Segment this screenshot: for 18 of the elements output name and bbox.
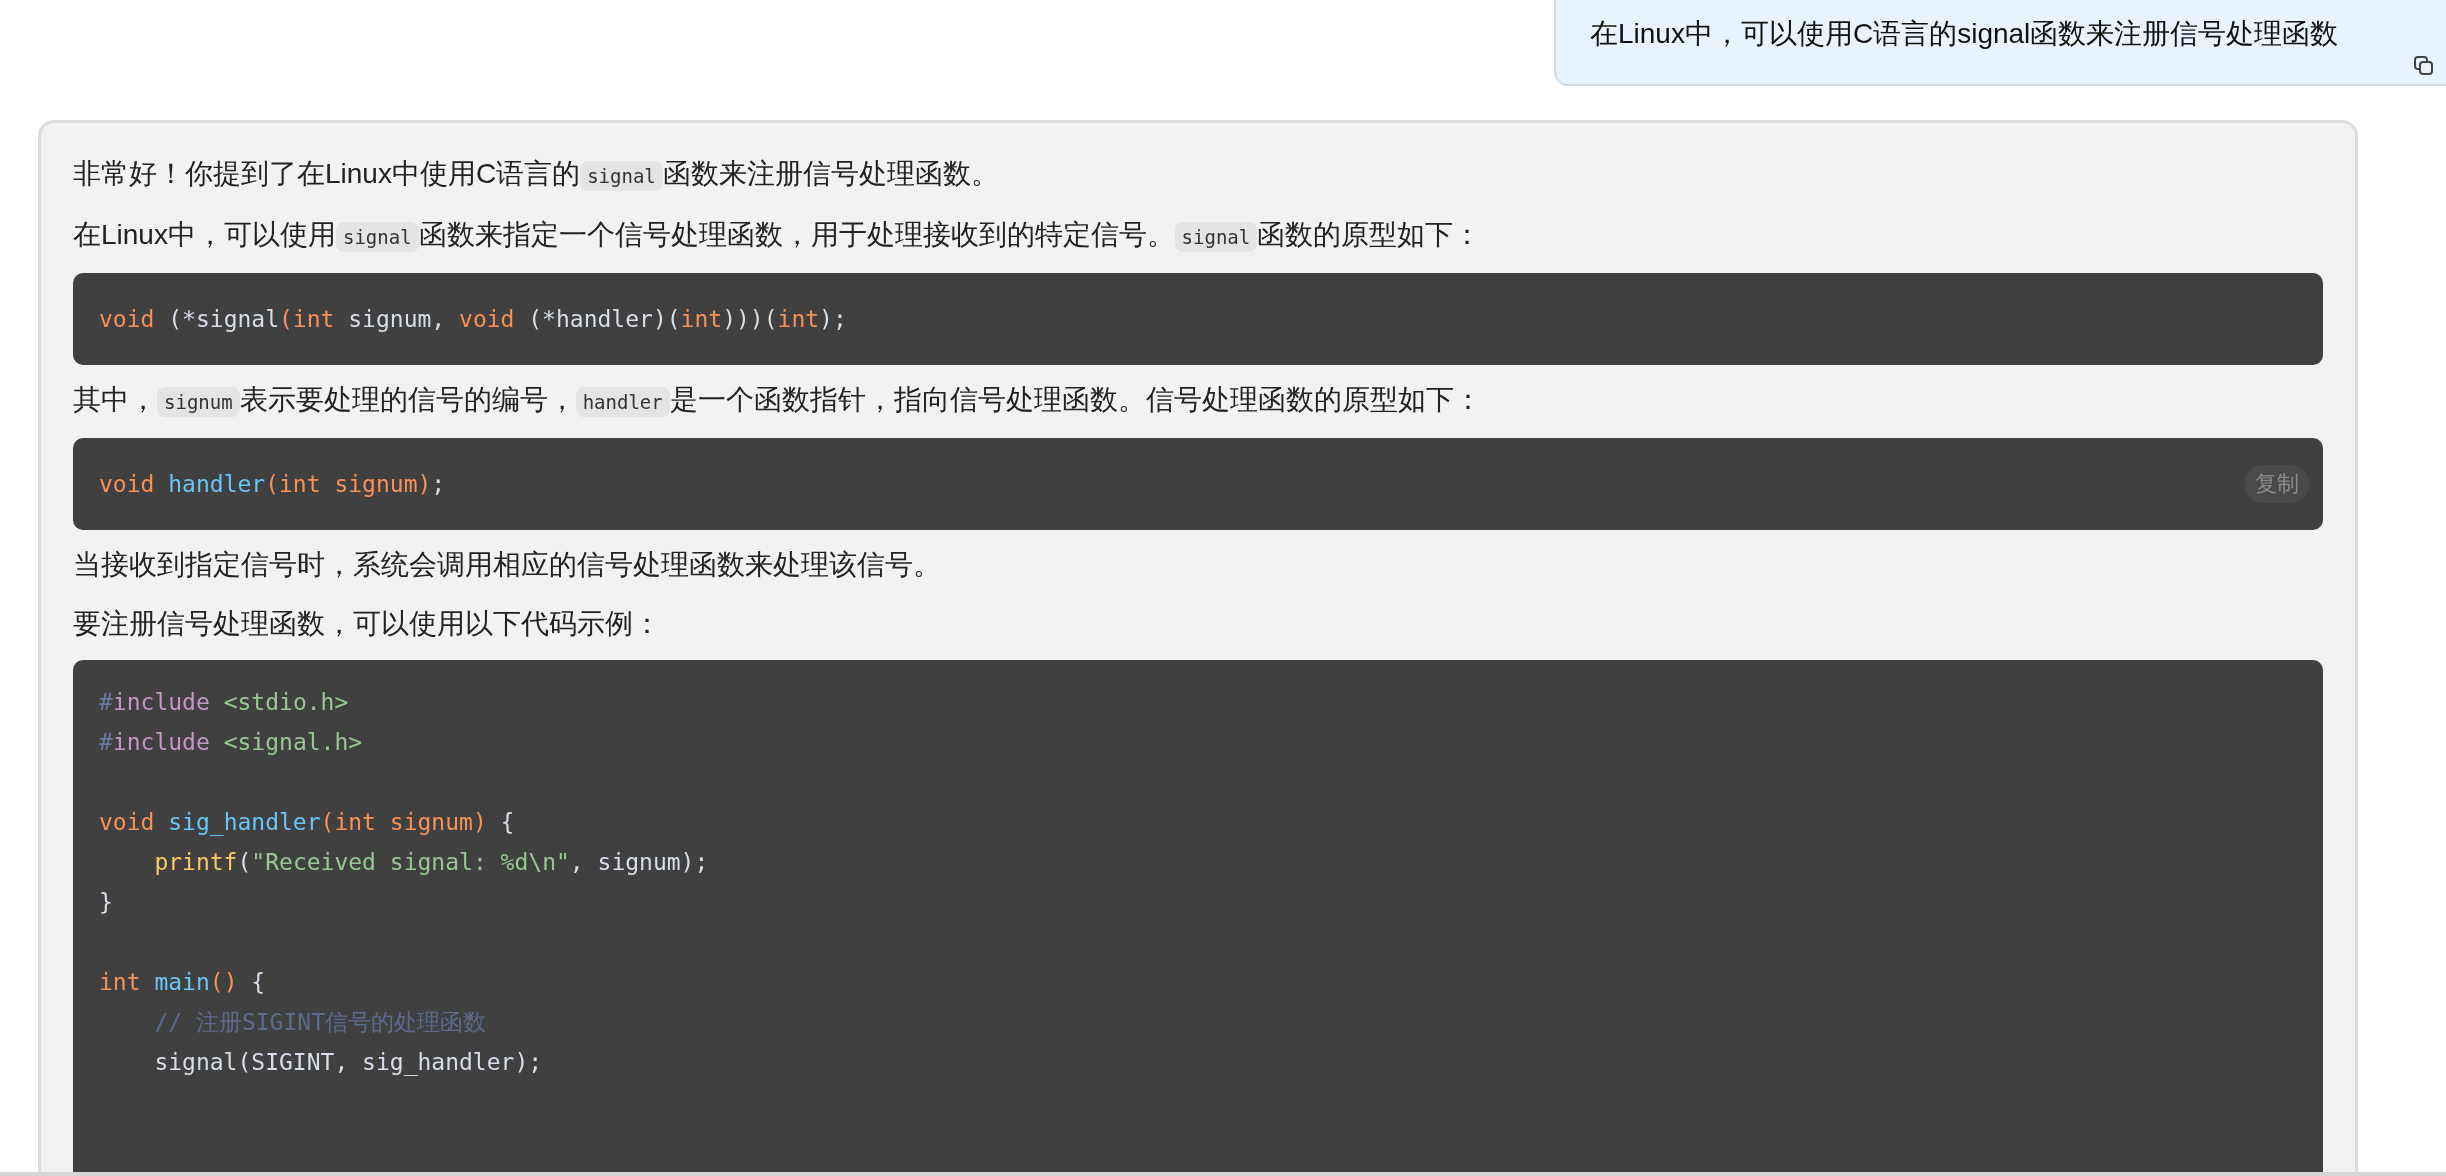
code-line: #include <signal.h> <box>99 728 363 757</box>
code-line: void handler(int signum); <box>99 470 446 499</box>
message-paragraph: 要注册信号处理函数，可以使用以下代码示例： <box>73 607 662 641</box>
user-message-text: 在Linux中，可以使用C语言的signal函数来注册信号处理函数 <box>1590 17 2340 51</box>
code-line: #include <stdio.h> <box>99 688 349 717</box>
message-paragraph: 其中， signum 表示要处理的信号的编号， handler 是一个函数指针，指向信号处理函数。信号处理函数的原型如下： <box>73 383 1483 419</box>
code-line: printf("Received signal: %d\n", signum); <box>153 848 709 877</box>
code-line: } <box>99 888 113 917</box>
copy-icon[interactable] <box>2414 56 2434 76</box>
code-line: signal(SIGINT, sig_handler); <box>153 1048 543 1078</box>
message-paragraph: 非常好！你提到了在Linux中使用C语言的 signal 函数来注册信号处理函数。 <box>73 157 1000 193</box>
code-line: // 注册SIGINT信号的处理函数 <box>153 1008 486 1037</box>
code-line: void sig_handler(int signum) { <box>99 808 515 838</box>
message-paragraph: 当接收到指定信号时，系统会调用相应的信号处理函数来处理该信号。 <box>73 548 942 582</box>
message-paragraph: 在Linux中，可以使用 signal 函数来指定一个信号处理函数，用于处理接收到的特定信号。 signal 函数的原型如下： <box>73 218 1483 254</box>
code-line: int main() { <box>99 968 266 997</box>
copy-button[interactable]: 复制 <box>2245 465 2309 503</box>
code-line: void (*signal(int signum, void (*handler)(int)))(int); <box>99 305 847 334</box>
